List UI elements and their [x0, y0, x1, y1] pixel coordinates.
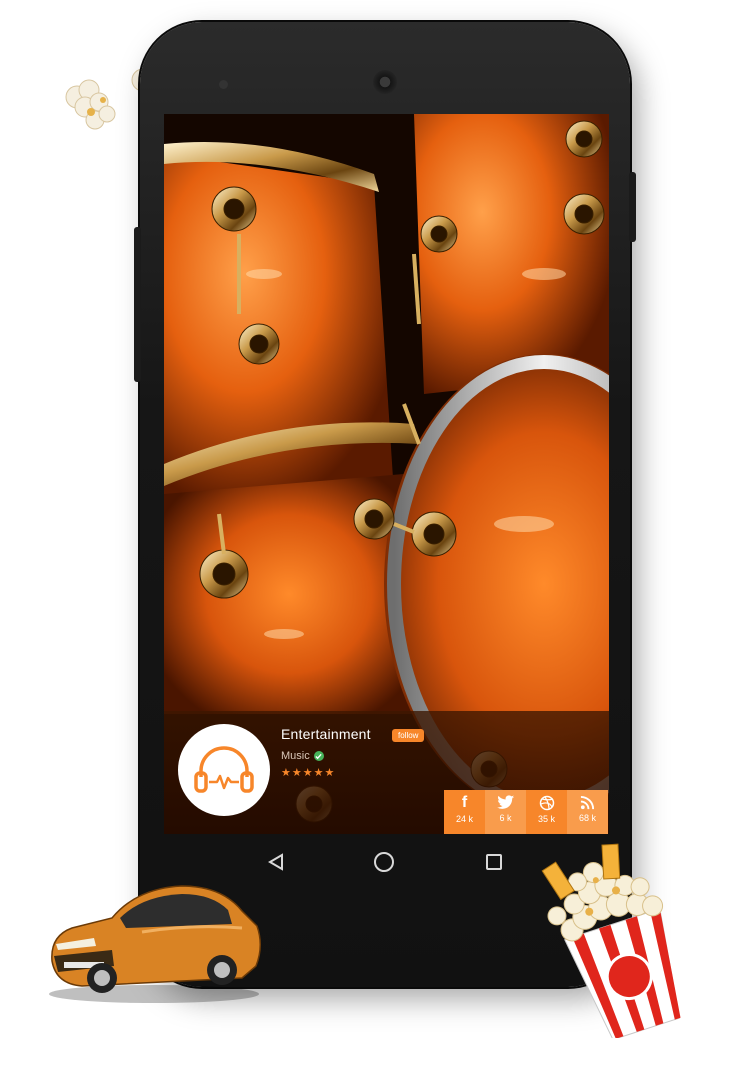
subtitle-row: Music [281, 750, 324, 762]
rss-count: 68 k [578, 813, 596, 823]
home-circle-icon [374, 852, 394, 872]
home-button[interactable] [372, 850, 396, 874]
twitter-count: 6 k [499, 813, 512, 823]
popcorn-box-decoration [541, 843, 681, 1038]
back-button[interactable] [264, 850, 288, 874]
facebook-icon: f [461, 794, 468, 811]
profile-card: Entertainment follow Music ★★★★★ f 24 k … [164, 711, 609, 834]
volume-button [134, 227, 141, 382]
facebook-button[interactable]: f 24 k [444, 790, 485, 834]
recents-button[interactable] [482, 850, 506, 874]
app-screen: Entertainment follow Music ★★★★★ f 24 k … [164, 114, 609, 834]
back-triangle-icon [268, 853, 283, 871]
facebook-count: 24 k [455, 814, 473, 824]
follow-button[interactable]: follow [392, 729, 425, 742]
recents-square-icon [486, 854, 502, 870]
rss-icon [580, 795, 595, 810]
category-title: Entertainment [281, 726, 371, 742]
verified-check-icon [313, 751, 324, 761]
star-rating: ★★★★★ [281, 767, 336, 779]
front-camera [219, 80, 228, 89]
system-navigation-bar [230, 846, 540, 876]
twitter-button[interactable]: 6 k [485, 790, 526, 834]
orange-car-decoration [49, 885, 261, 1003]
power-button [629, 172, 636, 242]
dribbble-count: 35 k [537, 814, 555, 824]
subtitle-label: Music [281, 750, 310, 762]
headphones-heartbeat-icon [194, 746, 254, 793]
profile-avatar[interactable] [178, 724, 270, 816]
earpiece-speaker [373, 70, 397, 94]
dribbble-icon [539, 795, 554, 811]
twitter-icon [496, 795, 514, 809]
